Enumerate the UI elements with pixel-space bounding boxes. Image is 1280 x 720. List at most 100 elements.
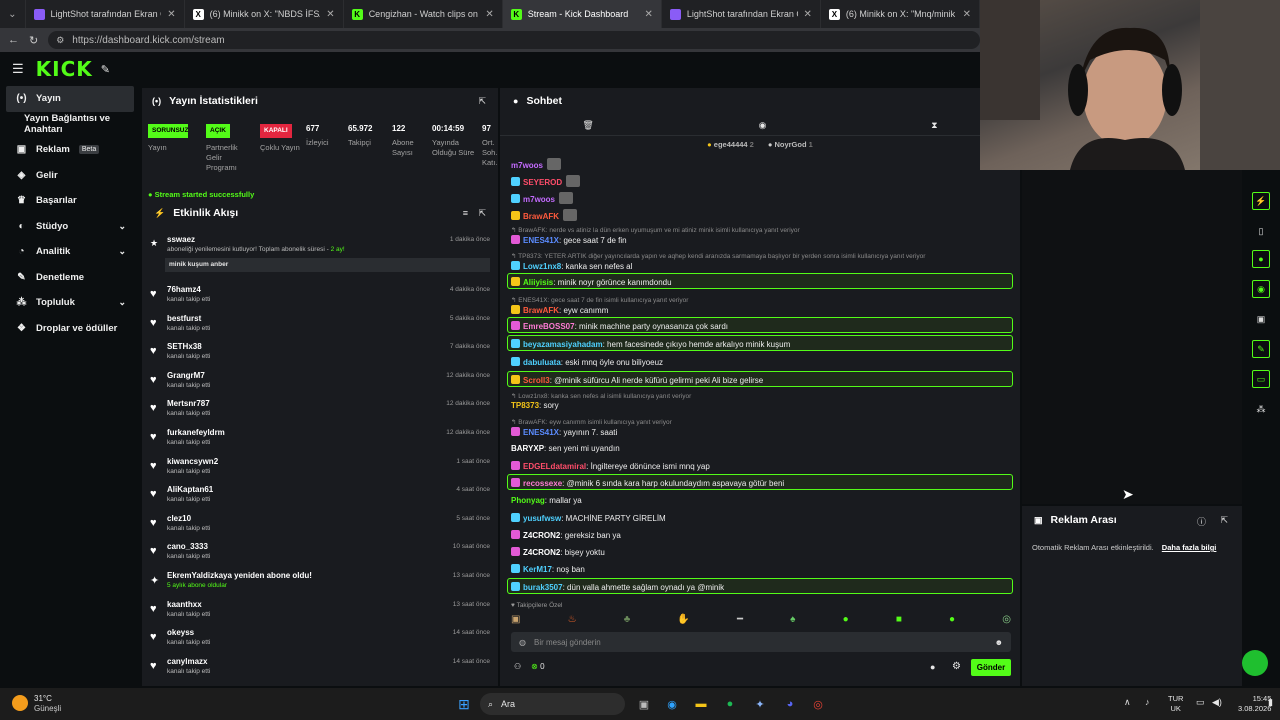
link-icon[interactable]: ⚇ [514,662,521,671]
chat-username[interactable]: Aliiyisis [523,278,553,287]
sidebar-item[interactable]: ♛ Başarılar [0,188,140,214]
chat-username[interactable]: KerM17 [523,565,552,574]
browser-tab[interactable]: K Stream - Kick Dashboard ✕ [502,0,662,28]
chat-username[interactable]: Lowz1nx8 [523,262,561,271]
close-icon[interactable]: ✕ [485,9,493,20]
chat-username[interactable]: recossexe [523,479,562,488]
taskbar-search[interactable]: ⌕ Ara [480,693,625,715]
chat-username[interactable]: Scroll3 [523,376,550,385]
info-icon[interactable]: ⓘ [1197,515,1206,528]
browser-tab[interactable]: LightShot tarafından Ekran Görünt ✕ [662,0,821,28]
close-icon[interactable]: ✕ [804,9,812,20]
back-icon[interactable]: ← [8,34,19,46]
notification-icon[interactable]: ▮ [1268,697,1273,708]
pin-icon[interactable]: ✎ [101,63,110,76]
hourglass-icon[interactable]: ⧗ [931,120,937,131]
edge-icon[interactable]: ◉ [662,694,682,714]
sidebar-item[interactable]: Yayın Bağlantısı ve Anahtarı [0,112,140,138]
sidebar-item[interactable]: ✎ Denetleme [0,265,140,291]
sidebar-item[interactable]: ❖ Droplar ve ödüller [0,316,140,342]
chat-input[interactable]: ◍ Bir mesaj gönderin ☻ [511,632,1011,652]
browser-tab[interactable]: X (6) Minikk on X: "NBDS İFSA ;) http ✕ [185,0,344,28]
browser-tab[interactable]: X (6) Minikk on X: "Mnq/minik https ✕ [821,0,980,28]
broadcast-icon[interactable]: ◉ [1252,280,1270,298]
tab-list-button[interactable]: ⌄ [0,0,26,28]
chat-username[interactable]: ENES41X [523,236,559,245]
chevron-down-icon[interactable]: ⌄ [118,297,126,308]
windows-start-icon[interactable]: ⊞ [454,694,474,714]
weather-widget[interactable]: 31°C Güneşli [34,694,61,714]
browser-tab[interactable]: LightShot tarafından Ekran Görünt ✕ [26,0,185,28]
sidebar-item[interactable]: ▣ Reklam Beta [0,137,140,163]
chat-username[interactable]: m7woos [523,195,555,204]
lightning-icon[interactable]: ⚡ [1252,192,1270,210]
bot-icon[interactable]: ▣ [1252,310,1270,328]
chat-username[interactable]: BrawAFK [523,306,559,315]
site-info-icon[interactable]: ⚙ [56,35,64,46]
language-indicator[interactable]: TUR UK [1168,694,1183,714]
clock[interactable]: 15:45 3.08.2026 [1238,694,1271,714]
pinned-user[interactable]: ● ege44444 2 [707,140,754,154]
close-icon[interactable]: ✕ [963,9,971,20]
reload-icon[interactable]: ↻ [29,34,38,47]
close-icon[interactable]: ✕ [644,9,652,20]
close-icon[interactable]: ✕ [167,9,175,20]
url-field[interactable]: ⚙ https://dashboard.kick.com/stream [48,31,980,49]
chat-username[interactable]: yusufwsw [523,514,561,523]
trash-icon[interactable]: 🗑 [582,120,593,131]
sidebar-item[interactable]: ◈ Gelir [0,163,140,189]
chat-username[interactable]: EmreBOSS07 [523,322,575,331]
filter-icon[interactable]: ≡ [463,208,468,218]
emote[interactable]: ♣ [624,614,631,628]
chat-username[interactable]: Z4CRON2 [523,548,560,557]
emote[interactable]: ♠ [790,614,795,628]
emote[interactable]: ━ [737,614,743,628]
message-icon[interactable]: ◉ [759,120,767,131]
chevron-down-icon[interactable]: ⌄ [118,246,126,257]
chat-username[interactable]: Phonyag [511,496,545,505]
emote[interactable]: ✋ [677,614,689,628]
community-icon[interactable]: ⁂ [1252,400,1270,418]
document-icon[interactable]: ▯ [1252,222,1270,240]
wrench-icon[interactable]: ✎ [1252,340,1270,358]
chat-bubble-icon[interactable]: ● [930,662,935,672]
chevron-down-icon[interactable]: ⌄ [118,221,126,232]
emote[interactable]: ■ [896,614,902,628]
chat-username[interactable]: TP8373 [511,401,539,410]
popout-icon[interactable]: ⇱ [478,96,486,107]
chat-username[interactable]: burak3507 [523,583,563,592]
chrome-icon[interactable]: ◎ [808,694,828,714]
window-icon[interactable]: ▭ [1252,370,1270,388]
chat-username[interactable]: dabuluata [523,358,561,367]
emote[interactable]: ♨ [568,614,577,628]
close-icon[interactable]: ✕ [326,9,334,20]
sidebar-item[interactable]: (•) Yayın [6,86,134,112]
tray-chevron-icon[interactable]: ∧ [1124,697,1131,708]
ads-learn-more-link[interactable]: Daha fazla bilgi [1162,543,1217,552]
browser-tab[interactable]: K Cengizhan - Watch clips on Kick ✕ [344,0,503,28]
popout-icon[interactable]: ⇱ [478,208,486,219]
network-icon[interactable]: ▭ [1196,697,1205,708]
sidebar-item[interactable]: ◐ Stüdyo ⌄ [0,214,140,240]
task-view-icon[interactable]: ▣ [634,694,654,714]
help-bubble-button[interactable] [1242,650,1268,676]
chat-icon[interactable]: ● [1252,250,1270,268]
emote[interactable]: ● [843,614,849,628]
chat-username[interactable]: EDGELdatamiral [523,462,586,471]
chat-username[interactable]: BARYXP [511,444,544,453]
emote[interactable]: ▣ [511,614,520,628]
menu-icon[interactable]: ☰ [12,61,24,77]
emote[interactable]: ● [949,614,955,628]
chat-username[interactable]: SEYEROD [523,178,562,187]
send-button[interactable]: Gönder [971,659,1011,676]
app-icon[interactable]: ✦ [750,694,770,714]
discord-icon[interactable]: ◕ [780,694,800,714]
file-explorer-icon[interactable]: ▬ [691,694,711,714]
spotify-icon[interactable]: ● [720,694,740,714]
sidebar-item[interactable]: ⁂ Topluluk ⌄ [0,290,140,316]
chat-username[interactable]: ENES41X [523,428,559,437]
chat-username[interactable]: BrawAFK [523,212,559,221]
emote[interactable]: ◎ [1002,614,1011,628]
weather-sun-icon[interactable] [12,695,28,711]
kick-logo[interactable]: KICK [36,57,93,81]
